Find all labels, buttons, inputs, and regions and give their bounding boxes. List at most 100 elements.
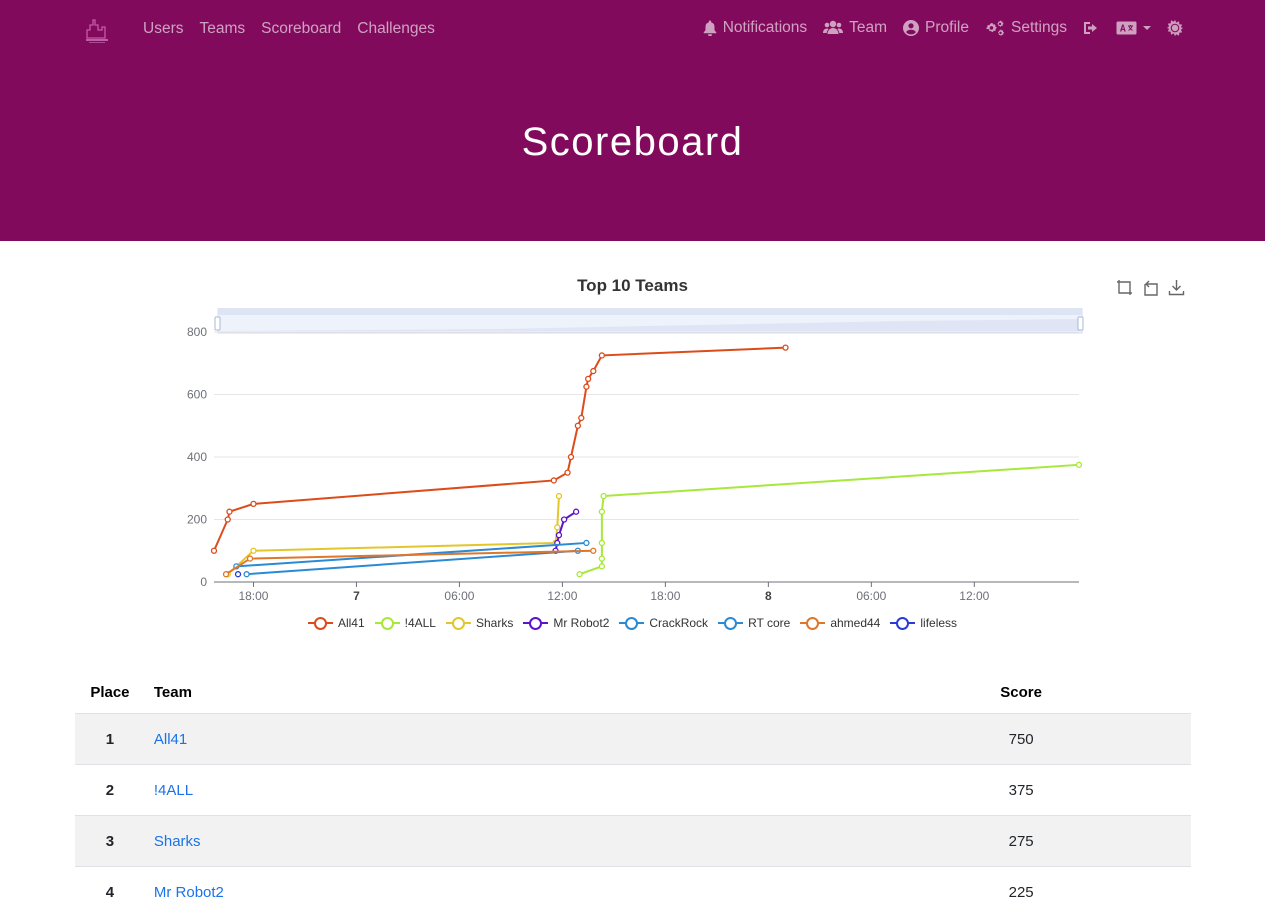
team-link[interactable]: !4ALL (154, 782, 193, 799)
chart-legend: All41 !4ALL Sharks Mr Robot2 CrackRock RT cor… (0, 616, 1265, 630)
data-point (550, 477, 557, 484)
table-row: 3 Sharks 275 (75, 816, 1191, 867)
legend-label: Sharks (475, 616, 514, 630)
data-point (226, 508, 233, 515)
data-point (584, 375, 592, 383)
data-point (555, 531, 563, 539)
x-tick-label: 18:00 (650, 589, 680, 603)
legend-item[interactable]: RT core (718, 616, 790, 630)
legend-item[interactable]: CrackRock (619, 616, 708, 630)
data-point (564, 469, 571, 476)
user-circle-icon (903, 20, 920, 36)
nav-user-links: Notifications Team Profile Settings (703, 18, 1183, 38)
nav-theme-toggle[interactable] (1167, 20, 1183, 36)
data-point (782, 344, 789, 351)
row-score: 375 (1008, 781, 1034, 799)
users-icon (823, 20, 844, 34)
zoom-reset-icon[interactable] (1142, 279, 1159, 296)
team-link[interactable]: Mr Robot2 (154, 884, 224, 901)
data-point (250, 547, 257, 554)
row-place: 1 (105, 730, 115, 748)
legend-item[interactable]: !4ALL (374, 616, 436, 630)
data-point (210, 547, 218, 554)
nav-team[interactable]: Team (823, 18, 887, 38)
y-tick-label: 600 (187, 388, 207, 402)
data-point (598, 563, 606, 570)
y-tick-label: 400 (187, 450, 207, 464)
row-place: 2 (105, 781, 115, 799)
data-point (576, 571, 583, 578)
x-tick-label: 06:00 (856, 589, 886, 603)
x-tick-label: 06:00 (444, 589, 474, 603)
legend-marker (890, 616, 916, 630)
nav-main-links: Users Teams Scoreboard Challenges (143, 19, 435, 39)
data-point (590, 367, 597, 375)
legend-item[interactable]: Mr Robot2 (523, 616, 609, 630)
row-team: Sharks (145, 833, 951, 850)
legend-marker (445, 616, 471, 630)
data-point (572, 508, 580, 515)
row-score: 275 (1008, 832, 1034, 850)
header-team: Team (153, 684, 192, 701)
ctf-logo[interactable] (84, 16, 110, 44)
legend-label: !4ALL (404, 616, 436, 630)
data-point (598, 352, 606, 359)
x-tick-label: 7 (353, 589, 360, 603)
x-tick-label: 12:00 (959, 589, 989, 603)
data-point (250, 500, 257, 508)
data-zoom-handle-left (214, 316, 221, 331)
legend-marker (307, 616, 333, 630)
nav-team-label: Team (849, 19, 888, 36)
legend-marker (619, 616, 645, 630)
chevron-down-icon (1143, 26, 1151, 30)
row-place: 4 (105, 883, 115, 901)
data-point (583, 383, 590, 390)
data-point (583, 539, 590, 547)
legend-item[interactable]: lifeless (890, 616, 957, 630)
legend-marker (523, 616, 549, 630)
table-body: 1 All41 750 2 !4ALL 375 3 Sharks 275 4 Mr Robot2 22… (75, 714, 1191, 915)
scoreboard-table: Place Team Score 1 All41 750 2 !4ALL 375 3 Shar… (75, 672, 1191, 915)
data-point (574, 422, 581, 429)
nav-link-teams[interactable]: Teams (199, 19, 245, 39)
nav-notifications-label: Notifications (722, 19, 808, 36)
chart-canvas: 0 200 400 600 800 18:00 7 06:00 12:00 18:00 8 06:00… (187, 308, 1084, 603)
legend-item[interactable]: Sharks (445, 616, 514, 630)
nav-profile[interactable]: Profile (903, 18, 969, 38)
series-line (213, 346, 786, 552)
x-tick-label: 18:00 (238, 589, 268, 603)
x-tick-label: 8 (765, 589, 772, 603)
download-icon[interactable] (1168, 279, 1185, 296)
header-place: Place (90, 684, 130, 701)
data-zoom-handle-right (1077, 316, 1084, 331)
data-point (1075, 461, 1083, 468)
nav-settings-label: Settings (1010, 19, 1067, 36)
nav-link-challenges[interactable]: Challenges (357, 19, 435, 39)
data-point (222, 571, 230, 578)
legend-item[interactable]: All41 (307, 616, 365, 630)
nav-language-dropdown[interactable] (1116, 21, 1151, 35)
nav-notifications[interactable]: Notifications (703, 18, 807, 38)
zoom-icon[interactable] (1116, 279, 1133, 296)
data-point (560, 516, 568, 523)
nav-settings[interactable]: Settings (985, 18, 1067, 38)
legend-label: lifeless (920, 616, 958, 630)
table-header: Place Team Score (75, 672, 1191, 714)
row-team: Mr Robot2 (145, 884, 951, 901)
data-point (224, 516, 231, 523)
language-icon (1116, 21, 1137, 35)
y-tick-label: 200 (187, 513, 207, 527)
nav-logout[interactable] (1083, 20, 1100, 36)
nav-link-users[interactable]: Users (143, 19, 183, 39)
table-row: 4 Mr Robot2 225 (75, 867, 1191, 915)
data-point (600, 492, 607, 500)
nav-link-scoreboard[interactable]: Scoreboard (261, 19, 341, 39)
data-point (554, 524, 561, 531)
data-point (598, 508, 606, 515)
legend-item[interactable]: ahmed44 (800, 616, 880, 630)
sun-icon (1167, 20, 1183, 36)
gears-icon (986, 20, 1004, 36)
x-tick-label: 12:00 (547, 589, 577, 603)
team-link[interactable]: Sharks (154, 833, 201, 850)
team-link[interactable]: All41 (154, 731, 187, 748)
